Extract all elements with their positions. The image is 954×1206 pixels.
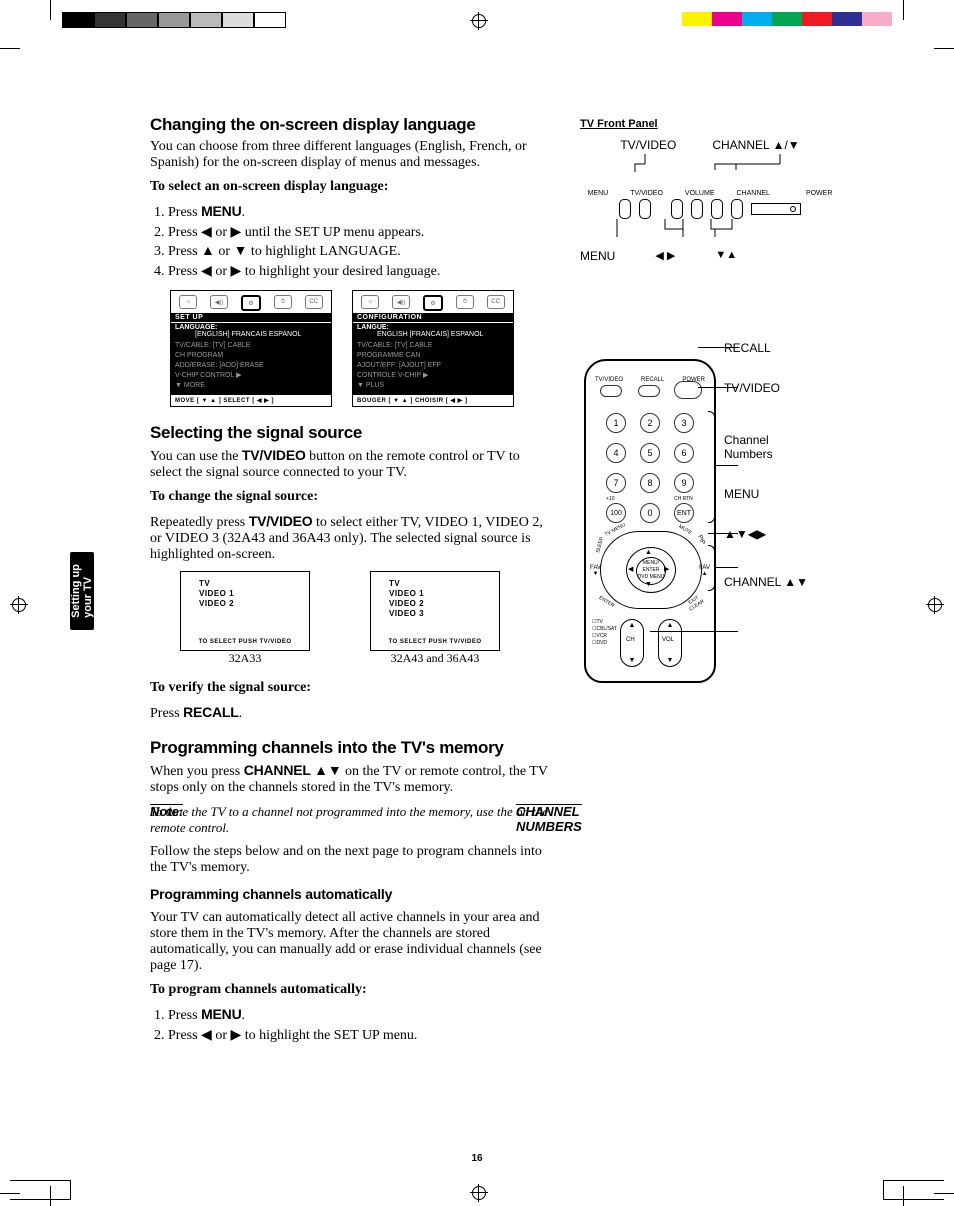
label: ▼▲ [715, 249, 737, 263]
steps-list: Press MENU. Press ◀ or ▶ until the SET U… [168, 203, 550, 280]
registration-mark-icon [472, 14, 486, 28]
body-text: You can use the TV/VIDEO button on the r… [150, 447, 550, 481]
registration-mark-icon [472, 1186, 486, 1200]
callout: CHANNEL ▲▼ [724, 575, 808, 589]
remote-key: 4 [606, 443, 626, 463]
page-number: 16 [0, 1153, 954, 1164]
remote-key: 6 [674, 443, 694, 463]
remote-key: 2 [640, 413, 660, 433]
knob-icon [731, 199, 743, 219]
step: Press ◀ or ▶ until the SET UP menu appea… [168, 224, 550, 241]
remote-key: ENT [674, 503, 694, 523]
osd-french: ☼◀))⚙⏱CC CONFIGURATION LANGUE:ENGLISH [F… [352, 290, 514, 407]
knob-icon [671, 199, 683, 219]
remote-key: 5 [640, 443, 660, 463]
body-text: Follow the steps below and on the next p… [150, 844, 550, 876]
callout: TV/VIDEO [724, 381, 808, 395]
grayscale-bar [62, 12, 286, 26]
callout: ▲▼◀▶ [724, 527, 808, 541]
power-button-icon [751, 203, 801, 215]
remote-key: 0 [640, 503, 660, 523]
remote-key: 1 [606, 413, 626, 433]
knob-icon [691, 199, 703, 219]
color-bar [682, 12, 892, 26]
procedure-lead: To program channels automatically: [150, 982, 550, 998]
remote-key: 3 [674, 413, 694, 433]
remote-key: 8 [640, 473, 660, 493]
knob-icon [639, 199, 651, 219]
caption: 32A43 and 36A43 [370, 651, 500, 666]
front-panel-diagram: TV/VIDEO CHANNEL ▲/▼ MENU TV/VIDEO VOLUM… [580, 138, 840, 263]
remote-key: 100 [606, 503, 626, 523]
connector-lines [605, 154, 815, 188]
note: Note: To tune the TV to a channel not pr… [150, 804, 550, 836]
step: Press MENU. [168, 203, 550, 221]
body-text: Your TV can automatically detect all act… [150, 910, 550, 974]
steps-list: Press MENU. Press ◀ or ▶ to highlight th… [168, 1006, 550, 1044]
label: CHANNEL ▲/▼ [712, 138, 799, 152]
tab-label: Setting upyour TV [70, 564, 94, 618]
registration-mark-icon [12, 598, 26, 612]
step: Press MENU. [168, 1006, 550, 1024]
remote-key: 9 [674, 473, 694, 493]
label: TV/VIDEO [620, 138, 676, 152]
heading-display-language: Changing the on-screen display language [150, 115, 550, 135]
heading-programming: Programming channels into the TV's memor… [150, 738, 550, 758]
connector-lines [605, 219, 815, 247]
step: Press ◀ or ▶ to highlight your desired l… [168, 263, 550, 280]
remote-key: 7 [606, 473, 626, 493]
procedure-lead: To select an on-screen display language: [150, 179, 550, 195]
body-text: Press RECALL. [150, 704, 550, 722]
intro-text: You can choose from three different lang… [150, 139, 550, 171]
step: Press ▲ or ▼ to highlight LANGUAGE. [168, 244, 550, 260]
caption: 32A33 [180, 651, 310, 666]
subheading: Programming channels automatically [150, 886, 550, 902]
osd-english: ☼◀))⚙⏱CC SET UP LANGUAGE:[ENGLISH] FRANC… [170, 290, 332, 407]
remote-diagram: TV/VIDEORECALLPOWER 1 2 3 4 5 6 7 8 9 +1… [580, 359, 840, 683]
callout: RECALL [724, 341, 808, 355]
body-text: Repeatedly press TV/VIDEO to select eith… [150, 513, 550, 563]
step: Press ◀ or ▶ to highlight the SET UP men… [168, 1027, 550, 1044]
label: MENU [580, 249, 615, 263]
procedure-lead: To verify the signal source: [150, 680, 550, 696]
procedure-lead: To change the signal source: [150, 489, 550, 505]
registration-mark-icon [928, 598, 942, 612]
section-tab: Setting upyour TV [70, 552, 94, 630]
knob-icon [619, 199, 631, 219]
body-text: When you press CHANNEL ▲▼ on the TV or r… [150, 762, 550, 796]
callout: Channel Numbers [724, 433, 808, 461]
knob-icon [711, 199, 723, 219]
signal-box-2: TV VIDEO 1 VIDEO 2 VIDEO 3 TO SELECT PUS… [370, 571, 500, 651]
callout: MENU [724, 487, 808, 501]
heading-signal-source: Selecting the signal source [150, 423, 550, 443]
front-panel-heading: TV Front Panel [580, 118, 840, 130]
signal-box-1: TV VIDEO 1 VIDEO 2 TO SELECT PUSH TV/VID… [180, 571, 310, 651]
label: ◀ ▶ [655, 249, 675, 263]
